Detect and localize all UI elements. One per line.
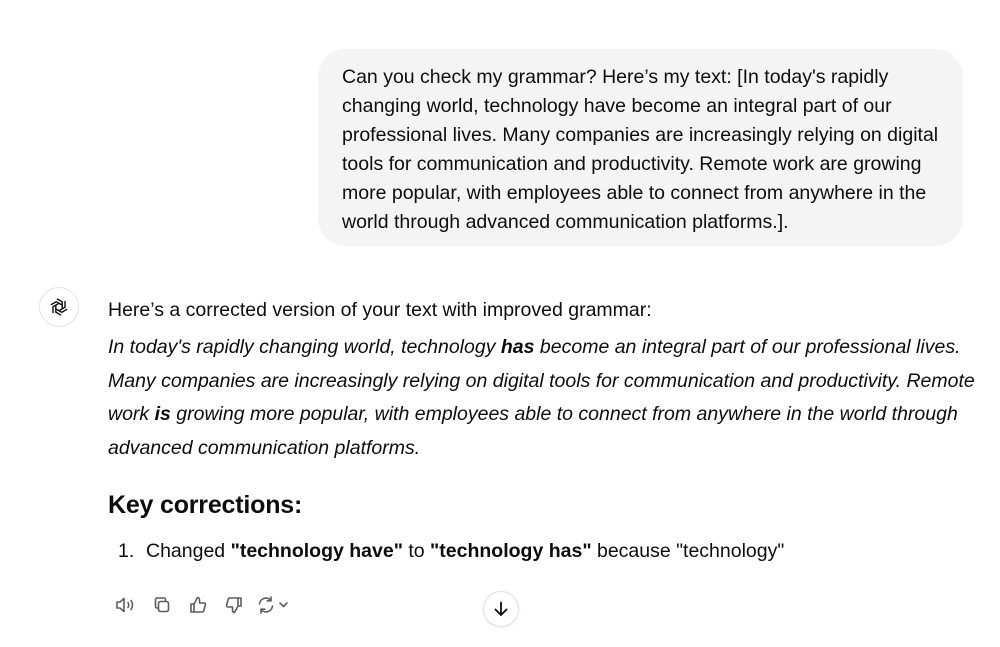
thumbs-up-icon [190,596,207,613]
copy-icon [154,597,170,613]
thumbs-down-button[interactable] [216,592,252,618]
assistant-message: Here’s a corrected version of your text … [108,293,988,566]
thumbs-down-icon [225,597,242,614]
list-item: 1. Changed "technology have" to "technol… [108,536,988,566]
arrow-down-icon [494,601,508,616]
list-text-to: "technology has" [430,540,592,562]
thumbs-up-button[interactable] [180,592,216,618]
assistant-intro: Here’s a corrected version of your text … [108,299,652,321]
corrected-bold-is: is [154,403,171,425]
list-text: Changed "technology have" to "technology… [146,536,784,566]
list-number: 1. [118,540,135,562]
scroll-to-bottom-button[interactable] [483,591,519,627]
corrected-part-3: growing more popular, with employees abl… [108,403,958,459]
corrected-text: In today's rapidly changing world, techn… [108,331,988,465]
copy-button[interactable] [144,592,180,618]
assistant-avatar [39,287,79,327]
read-aloud-button[interactable] [108,592,144,618]
user-message-bubble: Can you check my grammar? Here’s my text… [318,49,963,246]
key-corrections-heading: Key corrections: [108,491,303,519]
read-aloud-icon [116,597,134,613]
list-text-from: "technology have" [230,540,403,562]
user-message-text: Can you check my grammar? Here’s my text… [342,66,939,233]
corrected-bold-has: has [500,336,535,358]
list-text-post: because "technology" [591,540,785,562]
openai-logo-icon [50,298,68,316]
corrected-part-1: In today's rapidly changing world, techn… [108,336,501,358]
list-text-pre: Changed [146,540,231,562]
list-text-mid: to [402,540,431,562]
message-actions [108,592,296,618]
regenerate-button[interactable] [252,592,296,618]
regenerate-icon [258,596,288,614]
